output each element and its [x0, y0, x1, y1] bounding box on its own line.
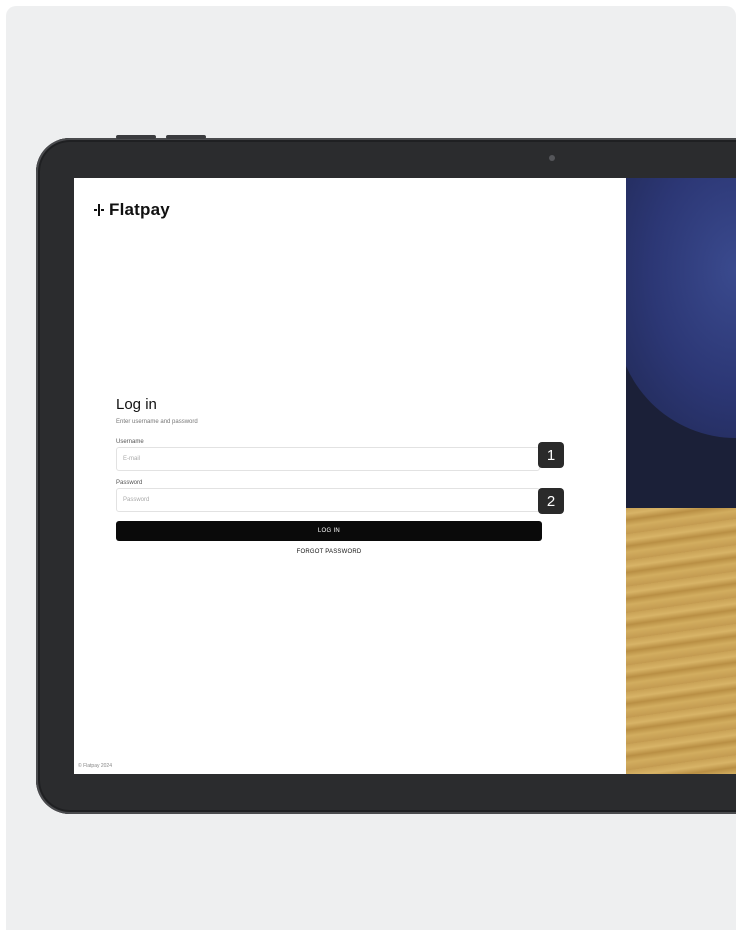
username-placeholder: E-mail [123, 456, 141, 462]
tablet-side-button [166, 135, 206, 139]
page-title: Log in [116, 396, 157, 413]
tablet-side-button [116, 135, 156, 139]
tablet-device-frame: Flatpay Log in Enter username and passwo… [36, 135, 736, 814]
password-label: Password [116, 480, 143, 486]
annotation-badge-2: 2 [538, 488, 564, 514]
forgot-password-link[interactable]: FORGOT PASSWORD [116, 549, 542, 555]
hero-photo [626, 178, 736, 774]
login-form: Log in Enter username and password Usern… [116, 396, 542, 555]
username-input[interactable]: E-mail [116, 447, 540, 471]
copyright-text: © Flatpay 2024 [78, 763, 112, 769]
username-label: Username [116, 439, 144, 445]
brand-name: Flatpay [109, 200, 170, 219]
brand-logo: Flatpay [94, 200, 170, 220]
flatpay-logo-icon [94, 204, 104, 216]
camera-icon [549, 155, 555, 161]
login-pane: Flatpay Log in Enter username and passwo… [74, 178, 626, 774]
presentation-background: Flatpay Log in Enter username and passwo… [6, 6, 736, 930]
password-input[interactable]: Password [116, 488, 540, 512]
login-subtitle: Enter username and password [116, 419, 198, 425]
annotation-badge-1: 1 [538, 442, 564, 468]
login-button[interactable]: LOG IN [116, 521, 542, 541]
tablet-screen: Flatpay Log in Enter username and passwo… [74, 178, 736, 774]
password-placeholder: Password [123, 497, 150, 503]
